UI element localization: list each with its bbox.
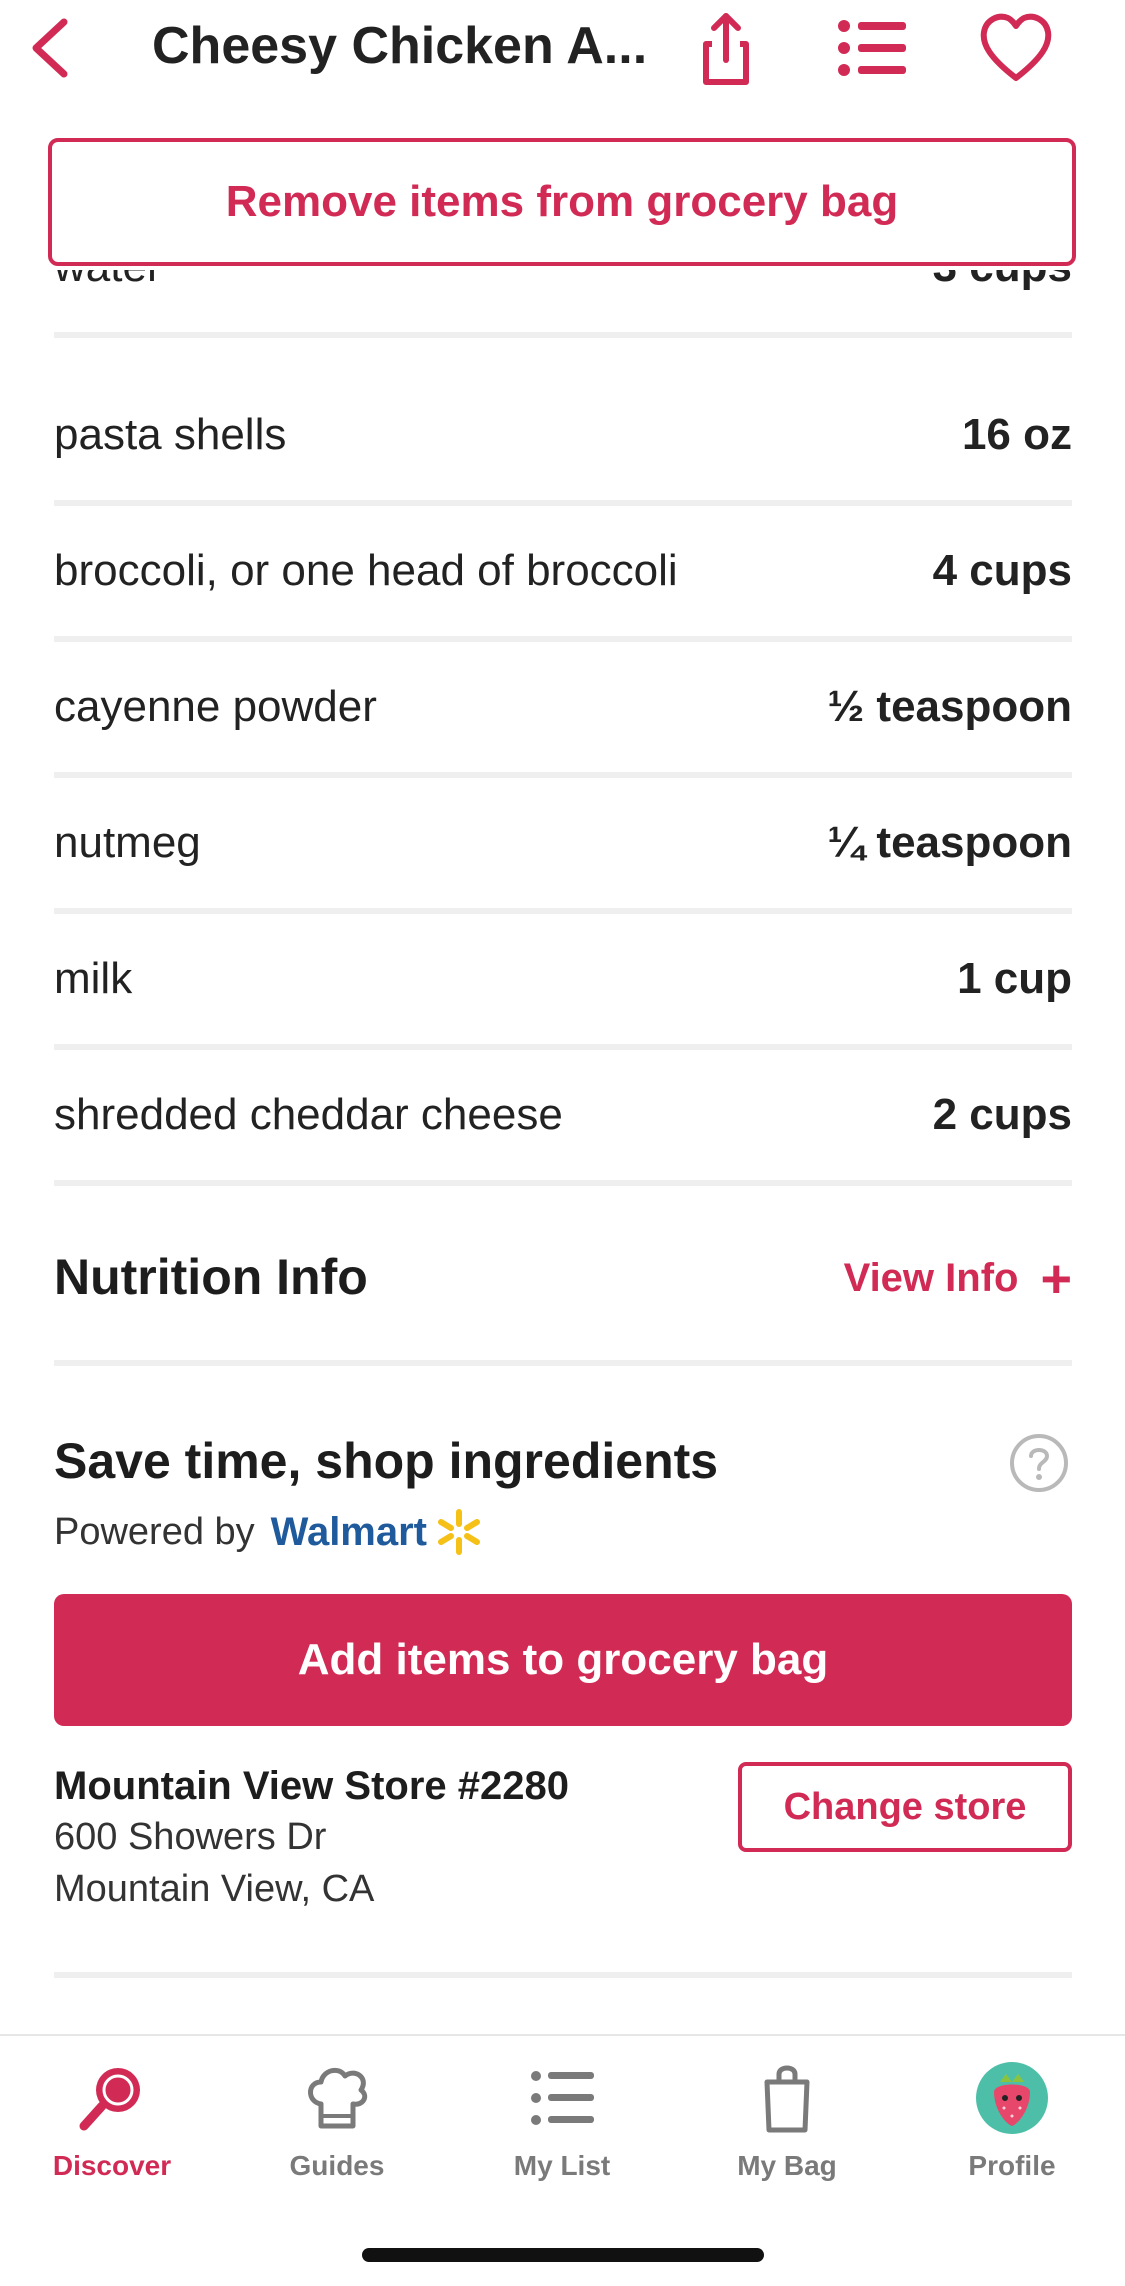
tab-guides[interactable]: Guides — [237, 2060, 437, 2190]
list-icon — [838, 20, 906, 76]
ingredient-name: shredded cheddar cheese — [54, 1090, 563, 1139]
nutrition-title: Nutrition Info — [54, 1249, 368, 1305]
nutrition-section: Nutrition Info View Info + — [54, 1196, 1072, 1366]
list-view-button[interactable] — [832, 8, 912, 88]
ingredient-amount: 1 cup — [957, 954, 1072, 1003]
view-info-link[interactable]: View Info + — [843, 1248, 1072, 1309]
remove-from-bag-button[interactable]: Remove items from grocery bag — [48, 138, 1076, 266]
tab-my-list[interactable]: My List — [462, 2060, 662, 2190]
store-address-line-1: 600 Showers Dr — [54, 1816, 327, 1858]
strawberry-avatar-icon — [976, 2062, 1048, 2134]
ingredient-name: pasta shells — [54, 410, 287, 459]
share-icon — [703, 13, 749, 85]
ingredient-row: shredded cheddar cheese 2 cups — [54, 1050, 1072, 1186]
chevron-left-icon — [32, 18, 68, 78]
tab-profile[interactable]: Profile — [912, 2060, 1112, 2190]
tab-label: Profile — [968, 2150, 1056, 2181]
chef-hat-icon — [308, 2067, 368, 2129]
ingredient-row: nutmeg ¼ teaspoon — [54, 778, 1072, 914]
powered-by-label: Powered by — [54, 1510, 255, 1553]
bag-icon — [764, 2065, 810, 2133]
view-info-label: View Info — [843, 1256, 1019, 1300]
ingredient-amount: 4 cups — [932, 546, 1072, 595]
help-button[interactable] — [1008, 1432, 1070, 1494]
store-address-line-2: Mountain View, CA — [54, 1868, 375, 1910]
ingredient-amount: ¼ teaspoon — [827, 818, 1073, 867]
tab-label: My List — [513, 2150, 611, 2181]
ingredient-name: milk — [54, 954, 133, 1003]
list-icon — [531, 2071, 594, 2125]
top-bar: Cheesy Chicken A... — [0, 0, 1125, 130]
change-store-button[interactable]: Change store — [738, 1762, 1072, 1852]
favorite-button[interactable] — [976, 8, 1056, 88]
ingredient-row: broccoli, or one head of broccoli 4 cups — [54, 506, 1072, 642]
ingredient-name: water — [54, 270, 162, 292]
partial-ingredient-row: water 3 cups — [0, 270, 1125, 370]
ingredient-amount: 3 cups — [933, 270, 1072, 292]
tab-label: Guides — [289, 2150, 385, 2181]
ingredient-name: broccoli, or one head of broccoli — [54, 546, 678, 595]
walmart-spark-icon — [438, 1509, 480, 1555]
add-to-bag-button[interactable]: Add items to grocery bag — [54, 1594, 1072, 1726]
ingredient-row: pasta shells 16 oz — [54, 370, 1072, 506]
store-name: Mountain View Store #2280 — [54, 1764, 569, 1808]
divider — [54, 1972, 1072, 1978]
walmart-logo-text: Walmart — [270, 1509, 427, 1554]
question-circle-icon — [1010, 1434, 1068, 1492]
tab-my-bag[interactable]: My Bag — [687, 2060, 887, 2190]
ingredient-row: cayenne powder ½ teaspoon — [54, 642, 1072, 778]
search-icon — [79, 2068, 140, 2131]
ingredient-name: nutmeg — [54, 818, 201, 867]
tab-label: My Bag — [737, 2150, 837, 2181]
heart-icon — [980, 13, 1052, 81]
tab-discover[interactable]: Discover — [12, 2060, 212, 2190]
powered-by: Powered by Walmart — [54, 1506, 485, 1558]
ingredient-amount: ½ teaspoon — [827, 682, 1073, 731]
home-indicator — [362, 2248, 764, 2262]
page-title: Cheesy Chicken A... — [152, 17, 648, 75]
ingredient-amount: 2 cups — [932, 1090, 1072, 1139]
ingredient-row: milk 1 cup — [54, 914, 1072, 1050]
back-button[interactable] — [22, 12, 92, 82]
plus-icon: + — [1040, 1248, 1072, 1309]
ingredient-name: cayenne powder — [54, 682, 377, 731]
shop-title: Save time, shop ingredients — [54, 1433, 719, 1489]
ingredient-amount: 16 oz — [961, 410, 1072, 459]
share-button[interactable] — [686, 8, 766, 88]
tab-label: Discover — [52, 2150, 172, 2181]
